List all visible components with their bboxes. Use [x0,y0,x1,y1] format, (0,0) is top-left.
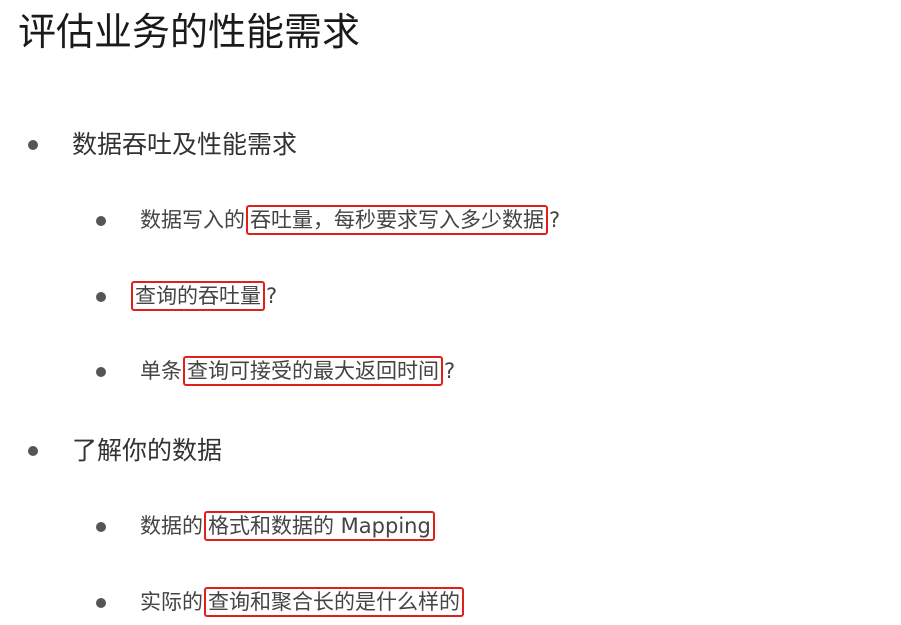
section-heading-text: 了解你的数据 [72,436,223,465]
bullet-dot [96,367,106,377]
bullet-dot [96,598,106,608]
item-suffix: ? [266,284,278,308]
list-item: 单条 查询可接受的最大返回时间? [140,356,455,386]
item-prefix: 单条 [140,359,182,383]
list-item: 数据写入的 吞吐量，每秒要求写入多少数据? [140,205,560,235]
item-suffix: ? [444,359,456,383]
item-prefix: 数据写入的 [140,208,245,232]
bullet-dot [96,292,106,302]
bullet-dot [28,140,38,150]
item-prefix: 实际的 [140,590,203,614]
highlight-box: 格式和数据的 Mapping [204,511,435,541]
highlight-box: 查询可接受的最大返回时间 [183,356,443,386]
list-item: 数据的 格式和数据的 Mapping [140,511,436,541]
highlight-box: 查询和聚合长的是什么样的 [204,587,464,617]
item-prefix: 数据的 [140,514,203,538]
section-heading: 了解你的数据 [72,434,222,468]
bullet-dot [96,522,106,532]
bullet-dot [96,216,106,226]
highlight-box: 查询的吞吐量 [131,281,265,311]
section-heading: 数据吞吐及性能需求 [72,128,297,162]
highlight-box: 吞吐量，每秒要求写入多少数据 [246,205,548,235]
list-item: 实际的 查询和聚合长的是什么样的 [140,587,465,617]
list-item: 查询的吞吐量? [130,281,277,311]
bullet-dot [28,446,38,456]
item-suffix: ? [549,208,561,232]
section-heading-text: 数据吞吐及性能需求 [72,130,298,159]
slide-title: 评估业务的性能需求 [18,10,361,54]
